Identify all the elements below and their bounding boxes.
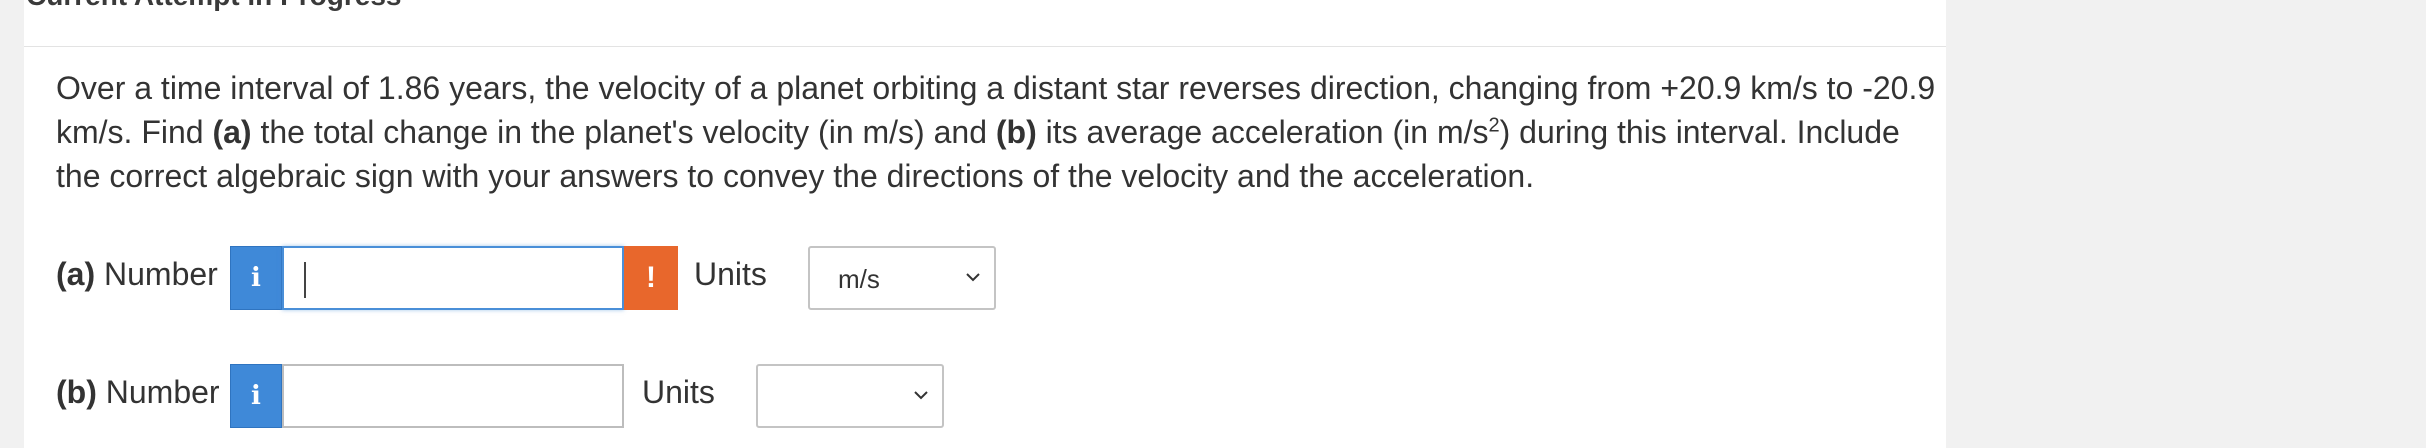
part-a-label-text: Number xyxy=(95,256,218,292)
part-a-units-value: m/s xyxy=(838,264,880,294)
part-b-units-select[interactable] xyxy=(756,364,944,428)
question-text: Over a time interval of 1.86 years, the … xyxy=(56,66,1936,198)
part-a-warning-button[interactable]: ! xyxy=(624,246,678,310)
part-a-units-label: Units xyxy=(694,256,767,292)
question-part-a-marker: (a) xyxy=(212,114,252,150)
chevron-down-icon xyxy=(914,391,928,400)
question-part-b-marker: (b) xyxy=(995,114,1037,150)
part-a-marker: (a) xyxy=(56,256,96,292)
info-icon: i xyxy=(251,381,261,411)
question-text-3: its average acceleration (in m/s xyxy=(1036,114,1489,150)
info-icon: i xyxy=(251,263,261,293)
part-b-units-label: Units xyxy=(642,374,715,410)
part-a-units-select[interactable]: m/s xyxy=(808,246,996,310)
exclamation-icon: ! xyxy=(646,261,656,294)
question-superscript: 2 xyxy=(1488,114,1500,137)
part-a-label: (a) Number xyxy=(56,256,218,293)
question-text-2: the total change in the planet's velocit… xyxy=(251,114,996,150)
part-b-marker: (b) xyxy=(56,374,97,410)
part-a-info-button[interactable]: i xyxy=(230,246,282,310)
part-b-label: (b) Number xyxy=(56,374,220,411)
divider xyxy=(24,46,1946,47)
part-b-info-button[interactable]: i xyxy=(230,364,282,428)
text-cursor xyxy=(304,262,306,298)
part-b-label-text: Number xyxy=(96,374,220,410)
chevron-down-icon xyxy=(966,273,980,282)
page-title: Current Attempt in Progress xyxy=(26,0,401,12)
question-card: Current Attempt in Progress Over a time … xyxy=(24,0,1946,448)
part-a-number-input[interactable] xyxy=(282,246,624,310)
part-b-number-input[interactable] xyxy=(282,364,624,428)
